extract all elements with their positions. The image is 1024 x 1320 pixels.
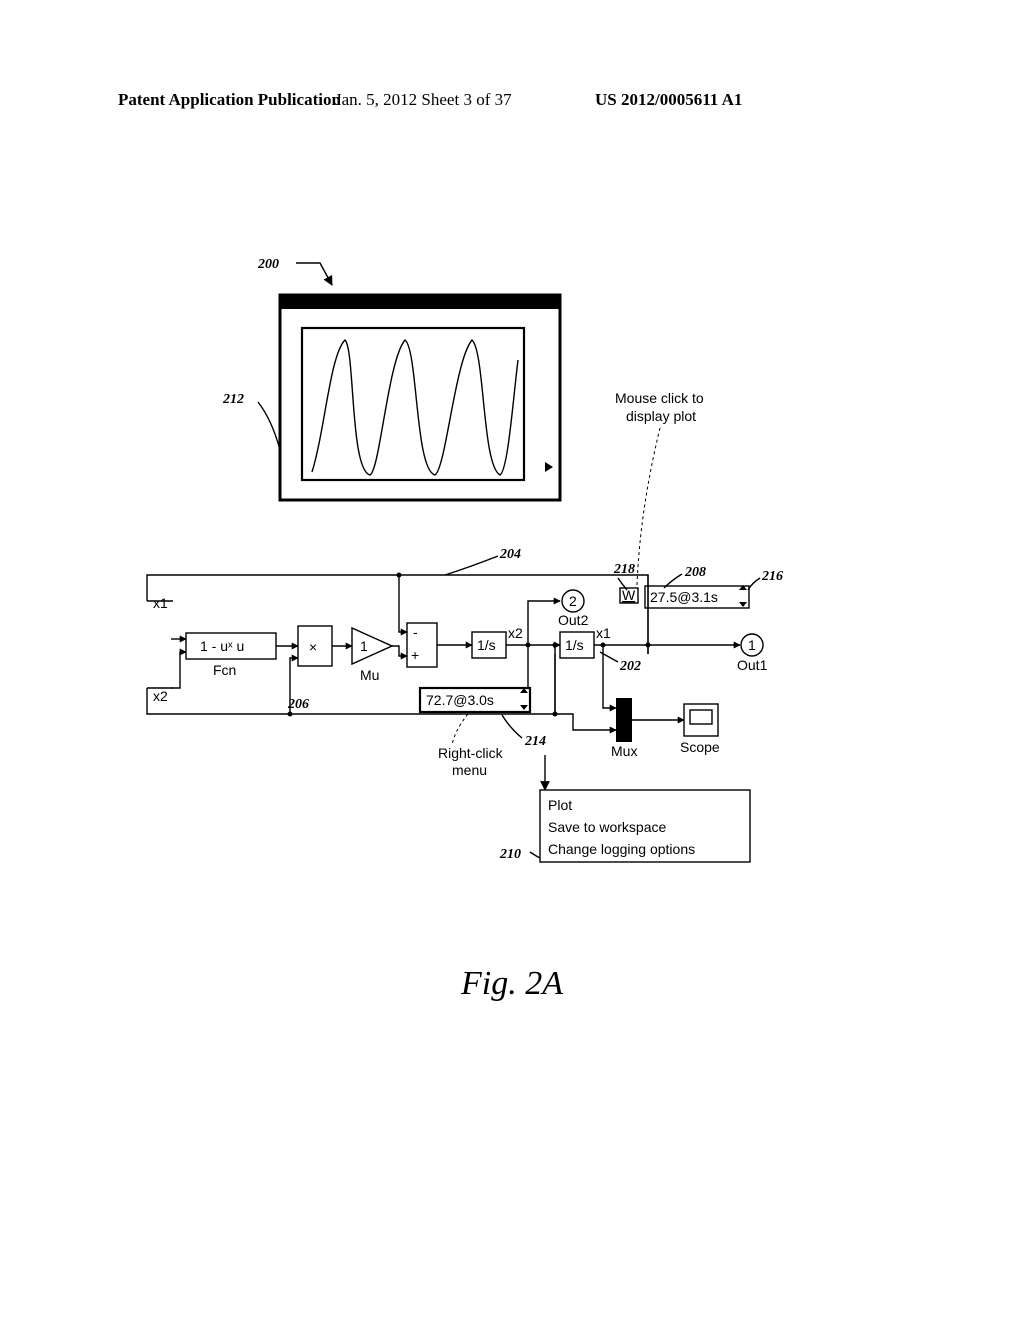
svg-text:27.5@3.1s: 27.5@3.1s <box>650 589 718 605</box>
product-block[interactable]: × <box>298 626 332 666</box>
ref-212: 212 <box>222 392 244 407</box>
right-click-label-2: menu <box>452 762 487 778</box>
svg-text:-: - <box>413 624 418 640</box>
value-display-b[interactable]: 27.5@3.1s <box>645 585 749 608</box>
svg-text:72.7@3.0s: 72.7@3.0s <box>426 692 494 708</box>
menu-item-options[interactable]: Change logging options <box>548 841 695 857</box>
value-display-a[interactable]: 72.7@3.0s <box>420 688 530 712</box>
svg-text:1: 1 <box>748 637 756 653</box>
label-x2: x2 <box>153 688 168 704</box>
integrator-2-block[interactable]: 1/s <box>560 632 594 658</box>
integrator-1-block[interactable]: 1/s <box>472 632 506 658</box>
menu-item-save[interactable]: Save to workspace <box>548 819 666 835</box>
w-badge[interactable]: W <box>620 587 638 603</box>
scope-label: Scope <box>680 739 720 755</box>
svg-text:+: + <box>411 647 419 663</box>
label-x1: x1 <box>153 595 168 611</box>
ref-208: 208 <box>684 565 706 580</box>
mouse-click-label-2: display plot <box>626 408 696 424</box>
svg-text:1/s: 1/s <box>477 637 496 653</box>
signal-x1: x1 <box>596 625 611 641</box>
context-menu: Plot Save to workspace Change logging op… <box>540 790 750 862</box>
signal-x2: x2 <box>508 625 523 641</box>
mu-label: Mu <box>360 667 379 683</box>
mux-block[interactable]: Mux <box>611 698 637 759</box>
svg-text:1/s: 1/s <box>565 637 584 653</box>
ref-204: 204 <box>499 547 521 562</box>
mux-label: Mux <box>611 743 637 759</box>
out2-port[interactable]: 2 Out2 <box>558 590 589 628</box>
ref-202: 202 <box>619 659 641 674</box>
menu-item-plot[interactable]: Plot <box>548 797 572 813</box>
spinner-down-icon[interactable] <box>520 705 528 710</box>
gain-mu-block[interactable]: 1 Mu <box>352 628 392 683</box>
out1-port[interactable]: 1 Out1 <box>737 634 768 673</box>
out1-label: Out1 <box>737 657 768 673</box>
scope-window <box>280 295 560 500</box>
mouse-click-label-1: Mouse click to <box>615 390 704 406</box>
ref-200: 200 <box>257 257 279 272</box>
svg-text:2: 2 <box>569 593 577 609</box>
ref-214: 214 <box>524 734 546 749</box>
spinner-down-icon[interactable] <box>739 602 747 607</box>
ref-206: 206 <box>287 697 309 712</box>
ref-218: 218 <box>613 562 635 577</box>
svg-text:1: 1 <box>360 638 368 654</box>
svg-text:×: × <box>309 639 317 655</box>
ref-210: 210 <box>499 847 521 862</box>
fcn-label: Fcn <box>213 662 236 678</box>
figure-2a: 200 212 Mouse click to display plot x1 x… <box>0 0 1024 1320</box>
out2-label: Out2 <box>558 612 589 628</box>
scope-block[interactable]: Scope <box>680 704 720 755</box>
svg-text:W: W <box>622 587 636 603</box>
scope-waveform <box>312 340 518 475</box>
ref-216: 216 <box>761 569 783 584</box>
sum-block[interactable]: - + <box>407 623 437 667</box>
right-click-label-1: Right-click <box>438 745 504 761</box>
fcn-block[interactable]: 1 - uˣ u Fcn <box>186 633 276 678</box>
figure-caption: Fig. 2A <box>0 965 1024 1003</box>
svg-text:1 - uˣ u: 1 - uˣ u <box>200 638 244 654</box>
